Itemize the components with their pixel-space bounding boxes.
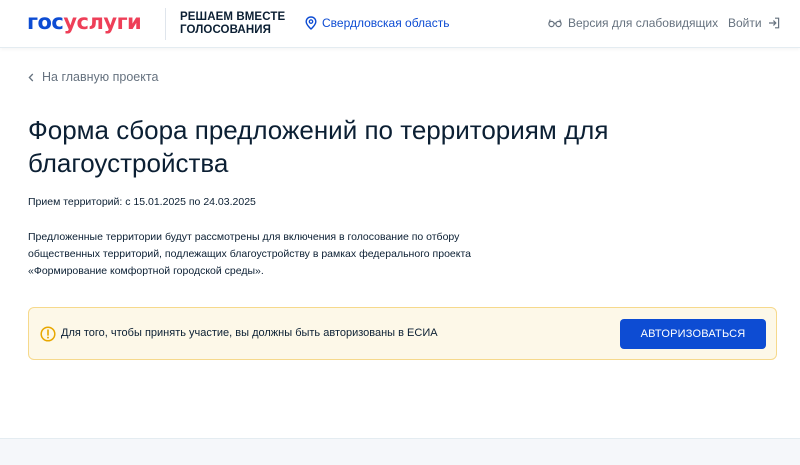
back-link-label: На главную проекта xyxy=(42,70,159,84)
logo-part-gos: гос xyxy=(27,10,64,34)
tagline-line-2: ГОЛОСОВАНИЯ xyxy=(180,24,271,36)
login-arrow-icon xyxy=(768,17,780,29)
warning-icon xyxy=(40,326,56,342)
page-description: Предложенные территории будут рассмотрен… xyxy=(28,231,471,277)
region-selector[interactable]: Свердловская область xyxy=(305,16,449,30)
top-header: госуслуги РЕШАЕМ ВМЕСТЕ ГОЛОСОВАНИЯ Свер… xyxy=(0,0,800,48)
low-vision-label: Версия для слабовидящих xyxy=(568,16,719,30)
header-divider xyxy=(165,8,166,40)
back-to-project-link[interactable]: На главную проекта xyxy=(28,70,158,84)
project-tagline[interactable]: РЕШАЕМ ВМЕСТЕ ГОЛОСОВАНИЯ xyxy=(180,11,285,37)
chevron-left-icon xyxy=(28,73,34,82)
submission-dates: Прием территорий: с 15.01.2025 по 24.03.… xyxy=(28,196,256,208)
login-label: Войти xyxy=(728,16,762,30)
location-pin-icon xyxy=(305,16,317,30)
low-vision-version-link[interactable]: Версия для слабовидящих xyxy=(548,16,718,30)
glasses-icon xyxy=(548,18,562,28)
authorize-button[interactable]: АВТОРИЗОВАТЬСЯ xyxy=(620,319,766,349)
login-button[interactable]: Войти xyxy=(728,16,780,30)
page-title: Форма сбора предложений по территориям д… xyxy=(28,115,609,178)
alert-message: Для того, чтобы принять участие, вы долж… xyxy=(61,327,438,339)
logo-part-uslugi: услуги xyxy=(63,10,142,34)
region-label: Свердловская область xyxy=(322,16,450,30)
tagline-line-1: РЕШАЕМ ВМЕСТЕ xyxy=(180,11,286,23)
auth-required-alert: Для того, чтобы принять участие, вы долж… xyxy=(28,307,777,360)
gosuslugi-logo[interactable]: госуслуги xyxy=(27,9,142,35)
footer-area xyxy=(0,438,800,465)
